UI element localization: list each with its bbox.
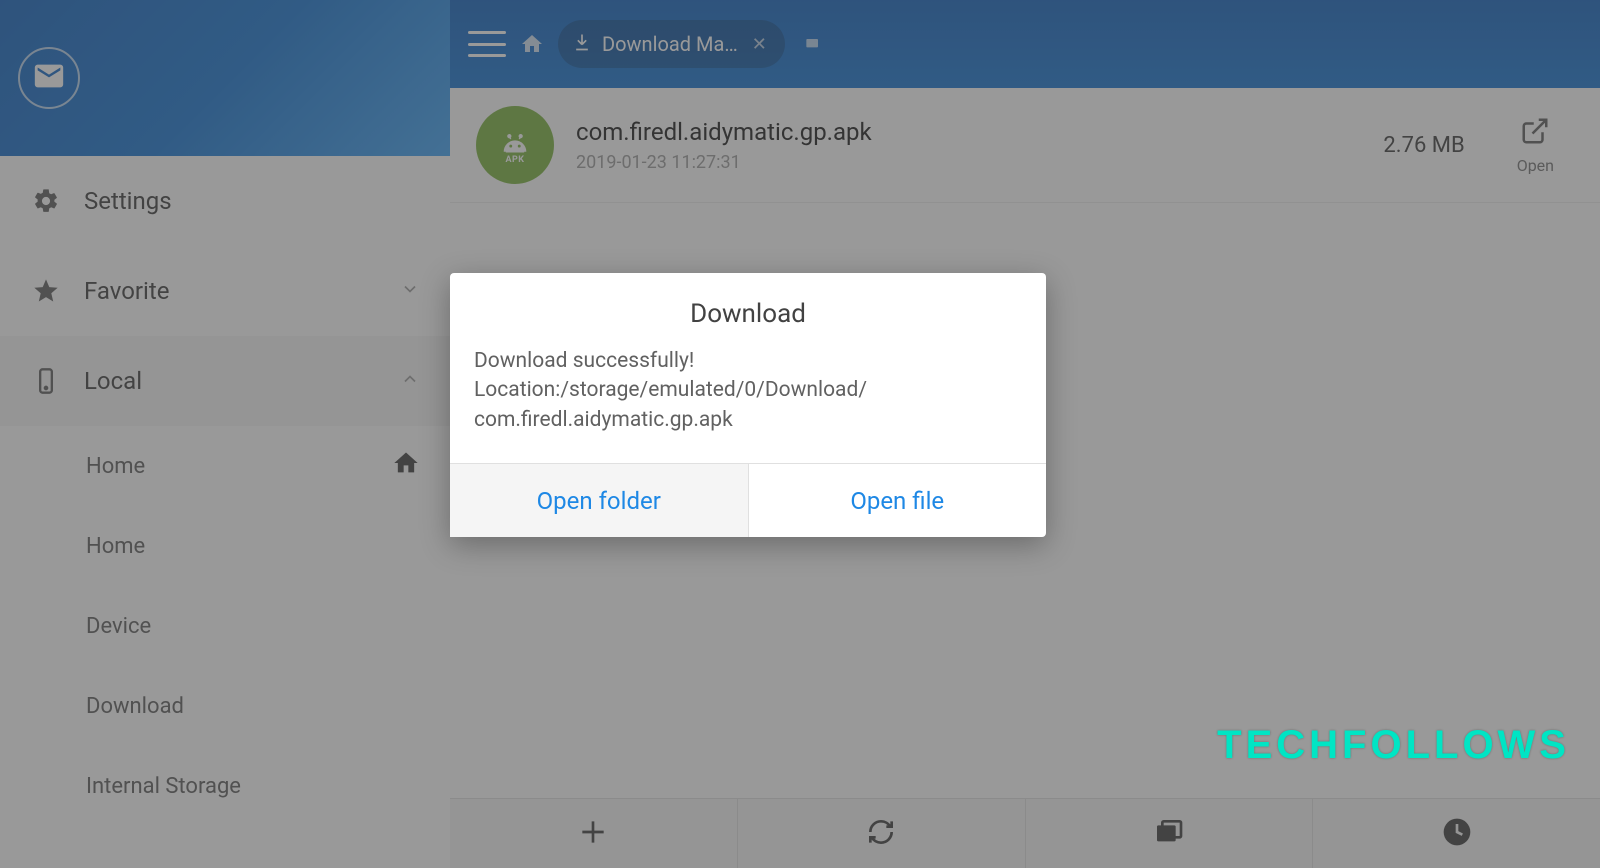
dialog-line3: com.firedl.aidymatic.gp.apk bbox=[474, 406, 1022, 435]
dialog-title: Download bbox=[450, 273, 1046, 347]
open-file-button[interactable]: Open file bbox=[749, 464, 1047, 537]
open-folder-button[interactable]: Open folder bbox=[450, 464, 749, 537]
app-root: Settings Favorite Local Home bbox=[0, 0, 1600, 868]
dialog-actions: Open folder Open file bbox=[450, 463, 1046, 537]
dialog-body: Download successfully! Location:/storage… bbox=[450, 347, 1046, 463]
dialog-line2: Location:/storage/emulated/0/Download/ bbox=[474, 376, 1022, 405]
dialog-line1: Download successfully! bbox=[474, 347, 1022, 376]
watermark: TECHFOLLOWS bbox=[1217, 723, 1570, 768]
download-dialog: Download Download successfully! Location… bbox=[450, 273, 1046, 537]
